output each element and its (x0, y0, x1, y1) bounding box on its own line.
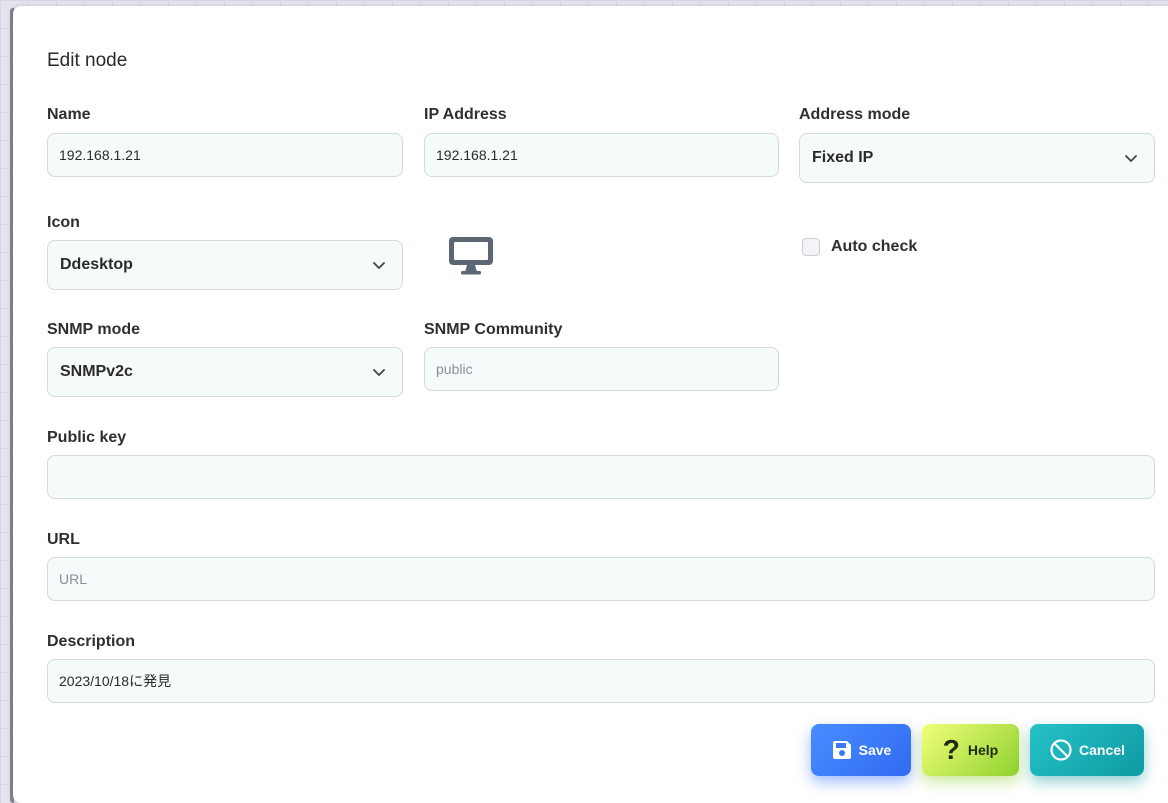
cancel-button[interactable]: Cancel (1030, 724, 1144, 776)
description-label: Description (47, 633, 136, 650)
url-label: URL (47, 531, 80, 548)
name-label: Name (47, 106, 91, 123)
icon-label: Icon (47, 214, 80, 231)
desktop-monitor-icon (449, 237, 493, 275)
chevron-down-icon (1125, 155, 1137, 162)
save-button-label: Save (858, 742, 892, 758)
description-input[interactable] (47, 659, 1155, 703)
public-key-input[interactable] (47, 455, 1155, 499)
address-mode-value: Fixed IP (812, 149, 874, 166)
chevron-down-icon (373, 262, 385, 269)
ip-address-label: IP Address (424, 106, 507, 123)
name-input[interactable] (47, 133, 403, 177)
icon-select-value: Ddesktop (60, 256, 133, 273)
ban-circle-icon (1050, 739, 1072, 761)
address-mode-label: Address mode (799, 106, 911, 123)
dialog-title: Edit node (47, 50, 128, 71)
auto-check-checkbox[interactable] (802, 238, 820, 256)
snmp-mode-value: SNMPv2c (60, 363, 133, 380)
question-mark-icon: ? (942, 734, 960, 765)
snmp-community-input[interactable] (424, 347, 779, 391)
snmp-community-label: SNMP Community (424, 321, 563, 338)
public-key-label: Public key (47, 429, 127, 446)
help-button-label: Help (967, 742, 999, 758)
url-input[interactable] (47, 557, 1155, 601)
help-button[interactable]: ? Help (922, 724, 1019, 776)
edit-node-dialog: Edit node Name IP Address Address mode F… (13, 6, 1168, 803)
floppy-disk-icon (832, 741, 851, 759)
snmp-mode-select[interactable]: SNMPv2c (47, 347, 403, 397)
save-button[interactable]: Save (811, 724, 911, 776)
snmp-mode-label: SNMP mode (47, 321, 141, 338)
icon-select[interactable]: Ddesktop (47, 240, 403, 290)
ip-address-input[interactable] (424, 133, 779, 177)
chevron-down-icon (373, 369, 385, 376)
auto-check-label: Auto check (831, 238, 918, 255)
address-mode-select[interactable]: Fixed IP (799, 133, 1155, 183)
cancel-button-label: Cancel (1079, 742, 1125, 758)
